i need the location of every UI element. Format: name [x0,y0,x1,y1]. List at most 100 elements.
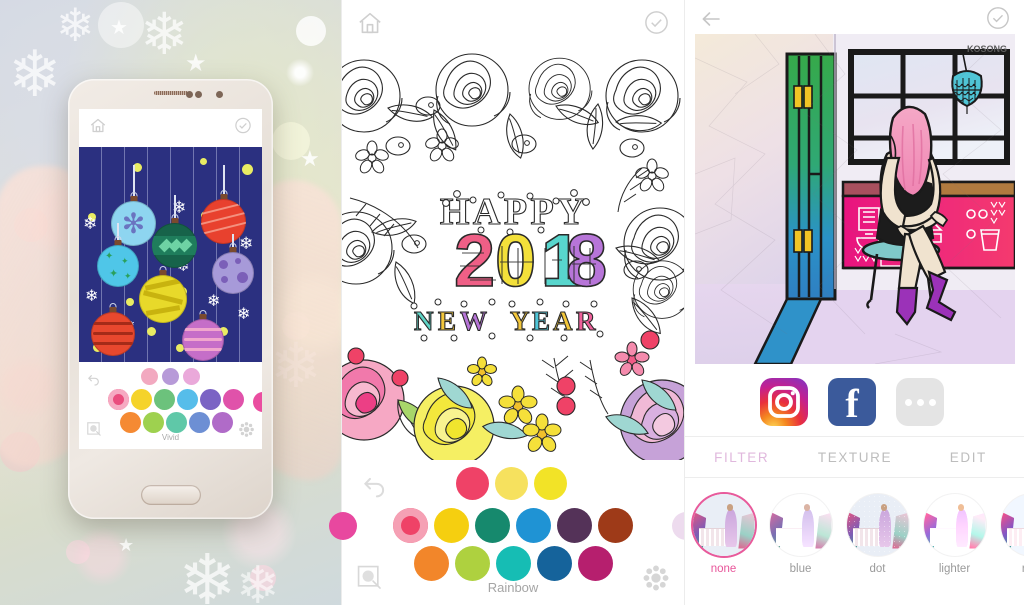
filter-option-lighter[interactable]: lighter [916,486,993,575]
filter-option-dot[interactable]: dot [839,486,916,575]
color-swatch[interactable] [557,508,592,543]
color-swatch[interactable] [598,508,633,543]
ornament[interactable] [182,310,224,361]
svg-text:0: 0 [495,219,535,302]
svg-text:E: E [532,306,552,336]
snowflake-decoration: ❄ [236,557,280,605]
facebook-share-button[interactable]: f [828,378,876,426]
color-swatch[interactable] [154,389,175,410]
star-decoration: ★ [110,17,128,39]
undo-icon[interactable] [360,472,390,507]
share-filter-panel: KOSONG f FILTER TEXTURE EDIT none blue d… [684,0,1024,605]
color-swatch[interactable] [537,546,572,581]
back-arrow-icon[interactable] [699,7,723,36]
color-swatch[interactable] [131,389,152,410]
color-swatch[interactable] [120,412,141,433]
effect-tabs: FILTER TEXTURE EDIT [685,436,1024,478]
star-decoration: ★ [300,146,320,171]
color-swatch[interactable] [189,412,210,433]
filter-label: rain [1021,563,1024,575]
check-circle-icon[interactable] [986,6,1010,35]
filter-label: none [710,563,737,575]
filter-label: lighter [938,563,971,575]
check-circle-icon[interactable] [644,10,669,40]
share-row: f [685,368,1024,436]
color-swatch[interactable] [177,389,198,410]
color-swatch[interactable] [166,412,187,433]
color-swatch[interactable] [434,508,469,543]
svg-text:R: R [576,306,598,336]
color-swatch[interactable] [516,508,551,543]
phone-home-button[interactable] [140,485,201,505]
palette-name-label: Rainbow [487,580,539,595]
color-swatch[interactable] [455,546,490,581]
more-share-button[interactable] [896,378,944,426]
editor-topbar [342,0,684,48]
color-swatch[interactable] [212,412,233,433]
color-swatch-selected[interactable] [393,508,428,543]
phone-front-camera [216,91,223,98]
svg-text:W: W [460,306,489,336]
gear-icon[interactable] [642,564,670,597]
color-swatch[interactable] [475,508,510,543]
phone-artwork-canvas[interactable]: ❄ ❄ ❄ ❄ ❄ ❄ ❄ ❄ ✻ [79,147,262,362]
attribution-watermark [196,527,199,537]
color-swatch[interactable] [143,412,164,433]
check-circle-icon[interactable] [234,117,252,140]
svg-text:A: A [553,306,575,336]
color-swatch[interactable] [253,392,262,412]
bokeh-light [296,16,326,46]
color-swatch[interactable] [578,546,613,581]
snowflake-decoration: ❄ [140,2,189,67]
gear-icon[interactable] [238,421,255,443]
ornament[interactable] [91,303,135,356]
bokeh-light [66,540,90,564]
filter-label: blue [789,563,812,575]
phone-sensor-dot [195,91,202,98]
filter-thumbnail [692,494,755,556]
home-icon[interactable] [89,117,107,140]
tab-texture[interactable]: TEXTURE [798,437,911,477]
color-swatch[interactable] [183,368,200,385]
color-swatch[interactable] [141,368,158,385]
svg-text:2: 2 [454,219,494,302]
color-swatch[interactable] [534,467,567,500]
ornament[interactable] [212,234,254,294]
instagram-share-button[interactable] [760,378,808,426]
ornament[interactable] [152,195,197,268]
filter-option-blue[interactable]: blue [762,486,839,575]
filter-option-none[interactable]: none [685,486,762,575]
color-swatch[interactable] [456,467,489,500]
filter-thumbnail [846,494,909,556]
app-root: ❄ ❄ ❄ ❄ ❄ ❄ ★ ★ ★ ★ ★ ★ [0,0,1024,605]
phone-speaker-grille [153,91,188,95]
result-artwork[interactable]: KOSONG [695,34,1015,364]
home-icon[interactable] [357,10,383,41]
tab-filter[interactable]: FILTER [685,437,798,477]
filter-option-rain[interactable]: rain [993,486,1024,575]
color-swatch[interactable] [414,546,449,581]
filter-thumbnail [1000,494,1024,556]
snowflake-decoration: ❄ [56,0,95,51]
tab-edit[interactable]: EDIT [912,437,1024,477]
color-swatch-edge-left[interactable] [329,512,357,540]
color-swatch[interactable] [223,389,244,410]
ornament[interactable] [201,165,246,244]
color-swatch[interactable] [200,389,221,410]
phone-color-palette: Vivid [79,362,262,449]
promo-phone-panel: ❄ ❄ ❄ ❄ ❄ ❄ ★ ★ ★ ★ ★ ★ [0,0,341,605]
svg-text:Y: Y [510,306,532,336]
color-swatch[interactable] [496,546,531,581]
ornament[interactable]: ✦ ✦ ✦ ✦ [97,223,139,287]
filter-label: dot [869,563,886,575]
coloring-artwork[interactable]: HAPPY 2 0 1 8 N E W Y E A R [342,48,684,460]
undo-icon[interactable] [86,372,102,393]
color-swatch[interactable] [495,467,528,500]
filter-strip[interactable]: none blue dot lighter r [685,486,1024,605]
svg-text:8: 8 [566,219,606,302]
snowflake-decoration: ❄ [178,541,237,605]
color-swatch[interactable] [162,368,179,385]
color-swatch-selected[interactable] [108,389,129,410]
ornament[interactable] [139,266,187,323]
filter-thumbnail [923,494,986,556]
